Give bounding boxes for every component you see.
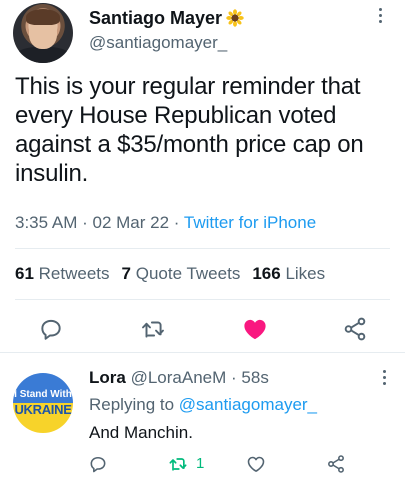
retweets-stat[interactable]: 61 Retweets xyxy=(15,264,110,283)
meta-separator: · xyxy=(82,213,88,232)
replying-to: Replying to @santiagomayer_ xyxy=(89,395,317,415)
tweet-stats: 61 Retweets 7 Quote Tweets 166 Likes xyxy=(15,264,325,284)
reply-text: And Manchin. xyxy=(89,423,193,442)
divider xyxy=(15,248,390,249)
retweet-icon xyxy=(142,321,164,338)
reply-icon xyxy=(90,456,106,473)
share-icon xyxy=(328,455,344,473)
tweet-time[interactable]: 3:35 AM xyxy=(15,213,77,232)
more-options-icon[interactable] xyxy=(375,8,385,28)
meta-separator: · xyxy=(231,368,237,387)
likes-stat[interactable]: 166 Likes xyxy=(252,264,325,283)
divider xyxy=(0,352,405,353)
heart-filled-icon xyxy=(244,319,266,340)
like-button[interactable] xyxy=(242,316,268,342)
tweet-source[interactable]: Twitter for iPhone xyxy=(184,213,316,232)
author-name[interactable]: Santiago Mayer xyxy=(89,8,222,28)
author-name-row[interactable]: Santiago Mayer xyxy=(89,8,244,29)
sunflower-icon xyxy=(226,9,244,27)
quote-label: Quote Tweets xyxy=(135,264,241,283)
author-avatar[interactable] xyxy=(13,3,73,63)
reply-share-button[interactable] xyxy=(326,454,346,474)
share-icon xyxy=(344,317,366,341)
tweet-meta: 3:35 AM · 02 Mar 22 · Twitter for iPhone xyxy=(15,213,316,233)
share-button[interactable] xyxy=(342,316,368,342)
reply-author-handle[interactable]: @LoraAneM xyxy=(131,368,227,387)
heart-outline-icon xyxy=(247,456,265,472)
quote-count: 7 xyxy=(121,264,131,283)
reply-button[interactable] xyxy=(38,316,64,342)
reply-reply-button[interactable] xyxy=(88,454,108,474)
reply-time[interactable]: 58s xyxy=(241,368,268,387)
reply-more-options-icon[interactable] xyxy=(379,370,389,390)
retweets-count: 61 xyxy=(15,264,34,283)
reply-retweet-button[interactable] xyxy=(168,454,188,474)
tweet-text: This is your regular reminder that every… xyxy=(15,73,364,187)
quote-tweets-stat[interactable]: 7 Quote Tweets xyxy=(122,264,241,283)
likes-label: Likes xyxy=(285,264,326,283)
reply-author-name[interactable]: Lora xyxy=(89,368,126,387)
reply-like-button[interactable] xyxy=(246,454,266,474)
avatar-text-line1: I Stand With xyxy=(14,389,72,400)
replying-prefix: Replying to xyxy=(89,395,175,414)
reply-author-avatar[interactable]: I Stand With UKRAINE xyxy=(13,373,73,433)
meta-separator: · xyxy=(173,213,180,232)
reply-header: Lora @LoraAneM · 58s xyxy=(89,368,269,388)
replying-to-handle[interactable]: @santiagomayer_ xyxy=(179,395,317,414)
likes-count: 166 xyxy=(252,264,281,283)
retweet-button[interactable] xyxy=(140,316,166,342)
retweets-label: Retweets xyxy=(38,264,110,283)
reply-retweet-count: 1 xyxy=(196,455,205,472)
tweet-date[interactable]: 02 Mar 22 xyxy=(93,213,170,232)
reply-icon xyxy=(41,319,61,340)
retweet-icon xyxy=(169,458,187,471)
divider xyxy=(15,299,390,300)
avatar-text-line2: UKRAINE xyxy=(14,402,72,417)
author-handle[interactable]: @santiagomayer_ xyxy=(89,33,227,53)
